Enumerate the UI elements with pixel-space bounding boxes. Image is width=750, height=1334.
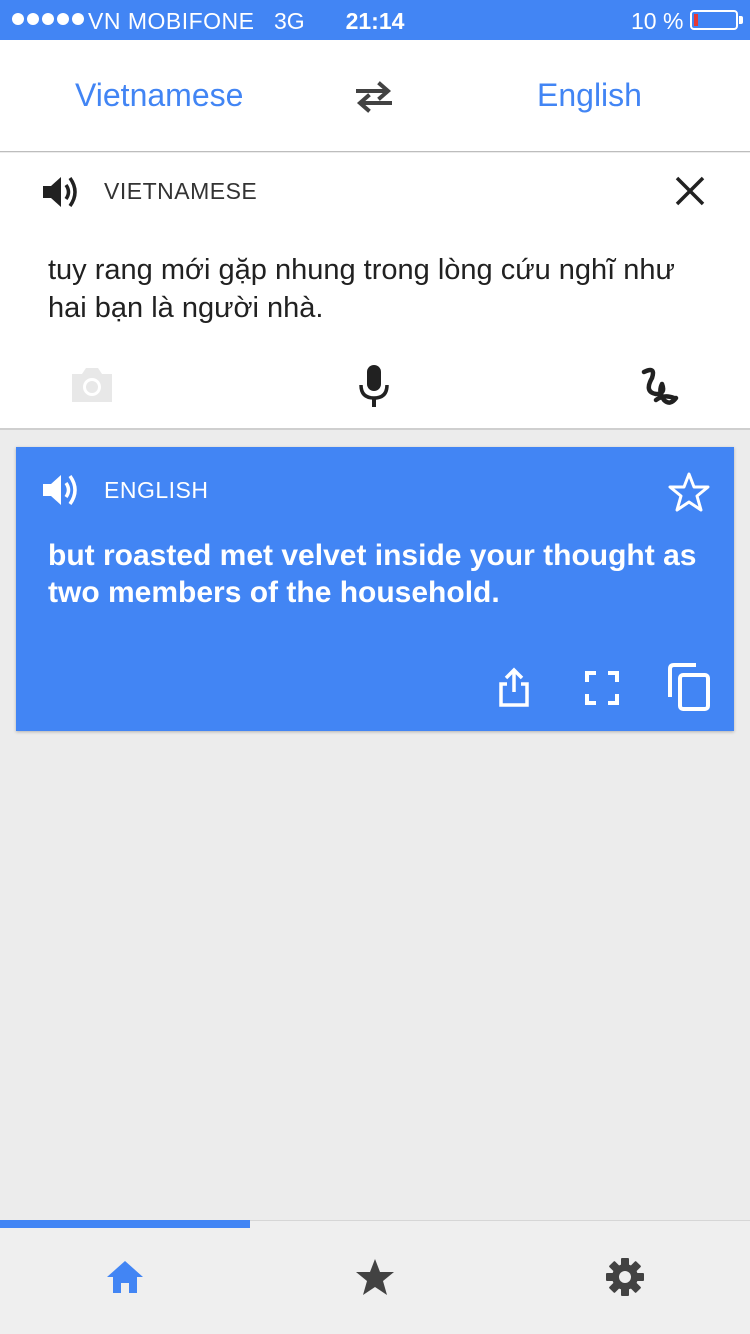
close-icon[interactable] — [672, 173, 708, 209]
speaker-icon[interactable] — [40, 470, 80, 510]
translation-result-card: ENGLISH but roasted met velvet inside yo… — [16, 447, 734, 731]
home-icon — [107, 1261, 143, 1293]
source-input-card: VIETNAMESE tuy rang mới gặp nhung trong … — [0, 153, 750, 430]
battery-level — [694, 14, 698, 26]
status-bar: VN MOBIFONE 3G 21:14 10 % — [0, 0, 750, 40]
handwriting-icon[interactable] — [636, 364, 680, 408]
tab-settings[interactable] — [500, 1221, 750, 1334]
star-icon — [356, 1259, 394, 1295]
copy-icon[interactable] — [668, 663, 710, 711]
share-icon[interactable] — [497, 666, 531, 708]
gear-icon — [606, 1258, 644, 1296]
source-text-input[interactable]: tuy rang mới gặp nhung trong lòng cứu ng… — [48, 251, 698, 327]
fullscreen-icon[interactable] — [584, 670, 620, 706]
tab-phrasebook[interactable] — [250, 1221, 500, 1334]
source-language-label: VIETNAMESE — [104, 178, 258, 204]
target-language-label: ENGLISH — [104, 477, 209, 503]
battery-tip — [739, 16, 743, 24]
microphone-icon[interactable] — [356, 364, 392, 408]
language-selector-bar: Vietnamese English — [0, 40, 750, 152]
battery-icon — [690, 10, 738, 30]
target-language-button[interactable]: English — [537, 77, 642, 114]
swap-arrows-icon[interactable] — [352, 80, 396, 114]
speaker-icon[interactable] — [40, 172, 80, 212]
tab-home[interactable] — [0, 1221, 250, 1334]
star-icon[interactable] — [668, 471, 710, 513]
bottom-tab-bar — [0, 1220, 750, 1334]
battery-percentage: 10 % — [631, 8, 684, 34]
camera-icon[interactable] — [70, 364, 114, 404]
source-language-button[interactable]: Vietnamese — [75, 77, 243, 114]
translated-text: but roasted met velvet inside your thoug… — [48, 539, 697, 609]
